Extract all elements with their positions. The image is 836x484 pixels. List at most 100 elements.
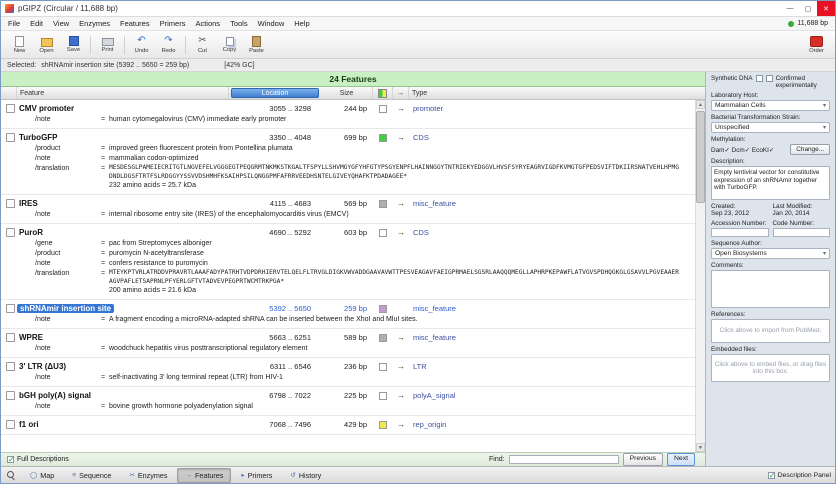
feature-type[interactable]: CDS <box>409 228 695 237</box>
menu-file[interactable]: File <box>3 19 25 28</box>
menu-view[interactable]: View <box>48 19 74 28</box>
collapse-toggle[interactable] <box>6 133 15 142</box>
description-textbox[interactable]: Empty lentiviral vector for constitutive… <box>711 166 830 200</box>
feature-type[interactable]: LTR <box>409 362 695 371</box>
order-button[interactable]: Order <box>803 35 830 54</box>
feature-size: 244 bp <box>344 104 367 113</box>
description-panel-toggle[interactable]: Description Panel <box>767 471 831 480</box>
cut-button[interactable]: ✂ Cut <box>189 35 216 54</box>
redo-button[interactable]: ↷ Redo <box>155 35 182 54</box>
embedded-files-box[interactable]: Click above to embed files, or drag file… <box>711 354 830 382</box>
qualifier-row: /note = A fragment encoding a microRNA-ada… <box>1 315 695 325</box>
tab-map[interactable]: ◯ Map <box>22 468 62 483</box>
collapse-toggle[interactable] <box>6 391 15 400</box>
paste-button[interactable]: Paste <box>243 35 270 54</box>
collapse-toggle[interactable] <box>6 228 15 237</box>
direction-column-icon[interactable]: → <box>393 87 409 99</box>
feature-type[interactable]: rep_origin <box>409 420 695 429</box>
feature-row[interactable]: CMV promoter 3055 .. 3298 244 bp → promoter <box>1 102 695 115</box>
column-size[interactable]: Size <box>321 87 373 99</box>
feature-color-column-icon[interactable] <box>373 87 393 99</box>
full-descriptions-toggle[interactable]: Full Descriptions <box>7 455 69 464</box>
feature-row[interactable]: IRES 4115 .. 4683 569 bp → misc_feature <box>1 197 695 210</box>
confirmed-checkbox[interactable] <box>765 75 773 82</box>
feature-type[interactable]: misc_feature <box>409 199 695 208</box>
feature-row[interactable]: bGH poly(A) signal 6798 .. 7022 225 bp → pol… <box>1 389 695 402</box>
collapse-toggle[interactable] <box>6 362 15 371</box>
menu-edit[interactable]: Edit <box>25 19 48 28</box>
save-button[interactable]: Save <box>60 36 87 53</box>
modified-label: Last Modified: <box>772 203 813 210</box>
tab-primers[interactable]: ▸ Primers <box>233 468 280 483</box>
scroll-down-icon[interactable]: ▼ <box>696 443 705 452</box>
protein-size-note: 200 amino acids = 21.6 kDa <box>109 287 196 294</box>
strain-select[interactable]: Unspecified ▾ <box>711 122 830 133</box>
description-panel-checkbox[interactable] <box>767 471 775 480</box>
collapse-toggle[interactable] <box>6 104 15 113</box>
menu-actions[interactable]: Actions <box>190 19 225 28</box>
change-button[interactable]: Change... <box>790 144 830 155</box>
minimize-icon[interactable]: — <box>781 1 799 16</box>
feature-type[interactable]: misc_feature <box>409 333 695 342</box>
feature-row[interactable]: TurboGFP 3350 .. 4048 699 bp → CDS <box>1 131 695 144</box>
code-field[interactable] <box>772 228 830 237</box>
scrollbar-thumb[interactable] <box>696 111 705 203</box>
open-button[interactable]: Open <box>33 36 60 54</box>
full-descriptions-checkbox[interactable] <box>7 455 15 464</box>
collapse-toggle[interactable] <box>6 420 15 429</box>
feature-row[interactable]: 3' LTR (ΔU3) 6311 .. 6546 236 bp → LTR <box>1 360 695 373</box>
menu-features[interactable]: Features <box>115 19 155 28</box>
feature-name: shRNAmir insertion site <box>17 304 115 313</box>
direction-arrow: → <box>397 391 405 400</box>
menu-enzymes[interactable]: Enzymes <box>74 19 115 28</box>
tab-sequence[interactable]: ≡ Sequence <box>64 468 119 483</box>
feature-row[interactable]: WPRE 5663 .. 6251 589 bp → misc_feature <box>1 331 695 344</box>
copy-button[interactable]: Copy <box>216 36 243 53</box>
new-button[interactable]: New <box>6 35 33 54</box>
feature-location: 3350 .. 4048 <box>269 133 311 142</box>
vertical-scrollbar[interactable]: ▲ ▼ <box>695 100 705 452</box>
feature-block: IRES 4115 .. 4683 569 bp → misc_feature/note… <box>1 195 695 224</box>
collapse-toggle[interactable] <box>6 199 15 208</box>
qualifier-key: /translation <box>35 270 70 277</box>
tab-features[interactable]: → Features <box>177 467 232 483</box>
color-box-icon <box>379 420 387 429</box>
search-icon[interactable] <box>7 470 16 480</box>
maximize-icon[interactable]: ▢ <box>799 1 817 16</box>
direction-arrow: → <box>397 104 405 113</box>
close-icon[interactable]: ✕ <box>817 1 835 16</box>
menu-primers[interactable]: Primers <box>155 19 191 28</box>
feature-type[interactable]: polyA_signal <box>409 391 695 400</box>
feature-type[interactable]: promoter <box>409 104 695 113</box>
column-type[interactable]: Type <box>409 87 705 99</box>
menu-help[interactable]: Help <box>289 19 314 28</box>
feature-row[interactable]: shRNAmir insertion site 5392 .. 5650 259 b… <box>1 302 695 315</box>
menu-tools[interactable]: Tools <box>225 19 253 28</box>
qualifier-key: /note <box>35 260 51 267</box>
previous-button[interactable]: Previous <box>622 453 664 466</box>
find-group: Find: Previous Next <box>489 453 699 466</box>
tab-history[interactable]: ↺ History <box>282 468 329 483</box>
author-select[interactable]: Open Biosystems ▾ <box>711 248 830 259</box>
next-button[interactable]: Next <box>667 453 695 466</box>
column-feature[interactable]: Feature <box>17 87 229 99</box>
qualifier-value: bovine growth hormone polyadenylation si… <box>109 403 253 410</box>
tab-enzymes[interactable]: ✂ Enzymes <box>121 468 175 483</box>
references-box[interactable]: Click above to import from PubMed. <box>711 319 830 343</box>
menu-window[interactable]: Window <box>253 19 290 28</box>
column-location[interactable]: Location <box>231 88 319 98</box>
feature-type[interactable]: misc_feature <box>409 304 695 313</box>
undo-button[interactable]: ↶ Undo <box>128 35 155 54</box>
scroll-up-icon[interactable]: ▲ <box>696 100 705 109</box>
feature-row[interactable]: PuroR 4690 .. 5292 603 bp → CDS <box>1 226 695 239</box>
collapse-toggle[interactable] <box>6 333 15 342</box>
find-input[interactable] <box>508 455 619 464</box>
feature-row[interactable]: f1 ori 7068 .. 7496 429 bp → rep_origin <box>1 418 695 431</box>
accession-field[interactable] <box>711 228 769 237</box>
collapse-toggle[interactable] <box>6 304 15 313</box>
feature-type[interactable]: CDS <box>409 133 695 142</box>
comments-textbox[interactable] <box>711 270 830 308</box>
synthetic-dna-checkbox[interactable] <box>755 75 763 82</box>
print-button[interactable]: Print <box>94 36 121 53</box>
lab-host-select[interactable]: Mammalian Cells ▾ <box>711 100 830 111</box>
